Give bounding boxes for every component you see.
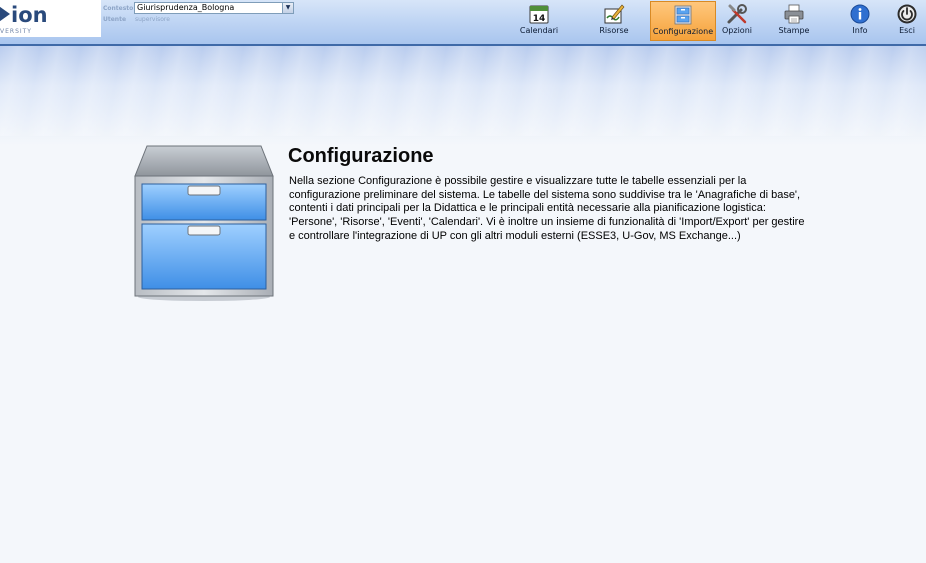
toolbar-button-esci[interactable]: Esci [892, 1, 922, 41]
page-title: Configurazione [288, 145, 434, 167]
toolbar-label-configurazione: Configurazione [652, 27, 714, 36]
calendar-icon: 14 [529, 5, 549, 24]
logo-text: ion [11, 3, 48, 27]
user-value: supervisore [135, 16, 170, 23]
toolbar-label-calendari: Calendari [519, 26, 559, 35]
resources-pencil-icon [604, 4, 625, 24]
toolbar-button-risorse[interactable]: Risorse [592, 1, 636, 41]
tools-icon [727, 4, 747, 24]
info-icon [850, 4, 870, 24]
page-description: Nella sezione Configurazione è possibile… [289, 175, 805, 242]
context-label: Contesto [103, 5, 134, 12]
toolbar-label-risorse: Risorse [599, 26, 629, 35]
toolbar-button-configurazione[interactable]: Configurazione [650, 1, 716, 41]
toolbar-button-info[interactable]: Info [844, 1, 876, 41]
user-label: Utente [103, 16, 127, 23]
filing-cabinet-icon [134, 145, 274, 301]
toolbar-label-esci: Esci [899, 26, 915, 35]
printer-icon [784, 4, 804, 24]
hero-light-rays [0, 46, 926, 136]
calendar-badge: 14 [533, 14, 546, 24]
logo-subtext: VERSITY [0, 28, 32, 35]
power-icon [897, 4, 917, 24]
top-toolbar: ion VERSITY Contesto Giurisprudenza_Bolo… [0, 0, 926, 46]
logo-mark-icon [0, 4, 10, 24]
cabinet-icon [674, 5, 692, 25]
toolbar-button-stampe[interactable]: Stampe [774, 1, 814, 41]
context-select[interactable]: Giurisprudenza_Bologna ▼ [134, 2, 294, 14]
toolbar-label-opzioni: Opzioni [722, 26, 752, 35]
chevron-down-icon[interactable]: ▼ [282, 3, 293, 13]
toolbar-button-calendari[interactable]: 14 Calendari [516, 1, 562, 41]
toolbar-button-opzioni[interactable]: Opzioni [718, 1, 756, 41]
context-select-value: Giurisprudenza_Bologna [137, 3, 235, 12]
app-logo: ion VERSITY [0, 0, 101, 37]
toolbar-label-info: Info [852, 26, 868, 35]
toolbar-label-stampe: Stampe [778, 26, 810, 35]
